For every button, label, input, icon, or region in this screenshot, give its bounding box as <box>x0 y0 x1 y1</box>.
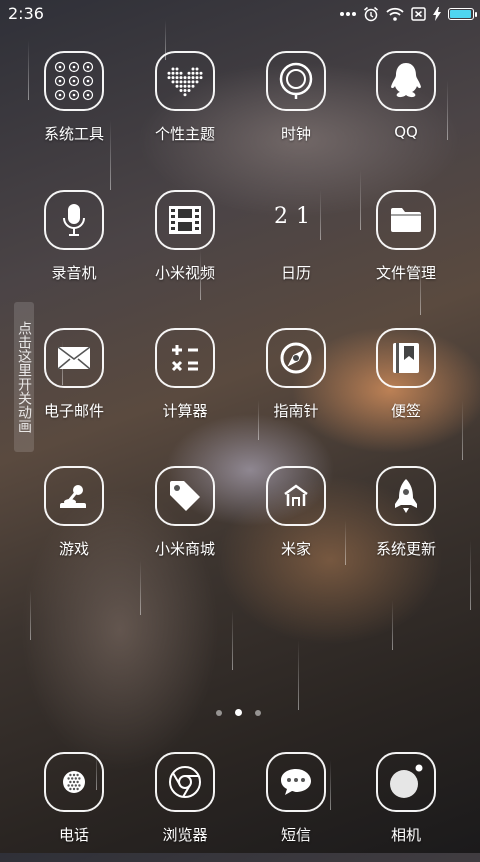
app-themes[interactable]: 个性主题 <box>130 51 240 161</box>
browser-icon <box>155 752 215 812</box>
app-label: 米家 <box>280 540 311 558</box>
app-file-manager[interactable]: 文件管理 <box>351 190 461 300</box>
rocket-icon <box>376 466 436 526</box>
tag-icon <box>155 466 215 526</box>
app-label: 便签 <box>390 402 421 420</box>
app-label: 电子邮件 <box>43 402 104 420</box>
more-dots-icon <box>340 11 356 17</box>
app-label: 日历 <box>280 264 311 282</box>
page-dot-active[interactable] <box>235 709 242 716</box>
dock-camera[interactable]: 相机 <box>351 752 461 862</box>
notes-icon <box>376 328 436 388</box>
app-qq[interactable]: QQ <box>351 51 461 161</box>
app-label: 指南针 <box>273 402 319 420</box>
home-icon <box>266 466 326 526</box>
app-label: 录音机 <box>51 264 97 282</box>
charging-icon <box>433 7 441 21</box>
app-notes[interactable]: 便签 <box>351 328 461 438</box>
message-icon <box>266 752 326 812</box>
folder-icon <box>376 190 436 250</box>
app-label: 游戏 <box>58 540 89 558</box>
camera-icon <box>376 752 436 812</box>
app-label: 小米视频 <box>154 264 215 282</box>
alarm-icon <box>363 6 379 22</box>
app-system-update[interactable]: 系统更新 <box>351 466 461 576</box>
app-email[interactable]: 电子邮件 <box>19 328 129 438</box>
penguin-icon <box>376 51 436 111</box>
app-system-tools[interactable]: 系统工具 <box>19 51 129 161</box>
clock-icon <box>266 51 326 111</box>
app-label: 系统更新 <box>375 540 436 558</box>
app-mi-video[interactable]: 小米视频 <box>130 190 240 300</box>
app-compass[interactable]: 指南针 <box>241 328 351 438</box>
page-indicator <box>216 709 261 716</box>
heart-icon <box>155 51 215 111</box>
page-dot[interactable] <box>255 709 261 716</box>
app-label: 计算器 <box>162 402 208 420</box>
app-folder-icon <box>44 51 104 111</box>
page-dot[interactable] <box>216 709 222 716</box>
microphone-icon <box>44 190 104 250</box>
app-label: QQ <box>394 123 418 141</box>
phone-icon <box>44 752 104 812</box>
app-calendar[interactable]: 21 日历 <box>241 190 351 300</box>
dock-browser[interactable]: 浏览器 <box>130 752 240 862</box>
app-label: 文件管理 <box>375 264 436 282</box>
app-label: 相机 <box>390 826 421 844</box>
calendar-date: 21 <box>274 204 318 229</box>
no-sim-icon <box>411 7 426 21</box>
app-clock[interactable]: 时钟 <box>241 51 351 161</box>
status-bar: 2:36 <box>0 0 480 28</box>
app-mi-store[interactable]: 小米商城 <box>130 466 240 576</box>
app-label: 电话 <box>58 826 89 844</box>
app-recorder[interactable]: 录音机 <box>19 190 129 300</box>
app-games[interactable]: 游戏 <box>19 466 129 576</box>
calculator-icon <box>155 328 215 388</box>
app-label: 短信 <box>280 826 311 844</box>
status-time: 2:36 <box>8 4 44 23</box>
dock-phone[interactable]: 电话 <box>19 752 129 862</box>
compass-icon <box>266 328 326 388</box>
app-label: 系统工具 <box>43 125 104 143</box>
film-icon <box>155 190 215 250</box>
joystick-icon <box>44 466 104 526</box>
envelope-icon <box>44 328 104 388</box>
app-mi-home[interactable]: 米家 <box>241 466 351 576</box>
app-label: 时钟 <box>280 125 311 143</box>
app-label: 小米商城 <box>154 540 215 558</box>
app-label: 浏览器 <box>162 826 208 844</box>
app-label: 个性主题 <box>154 125 215 143</box>
app-calculator[interactable]: 计算器 <box>130 328 240 438</box>
wifi-icon <box>386 7 404 21</box>
dock-messages[interactable]: 短信 <box>241 752 351 862</box>
battery-icon <box>448 8 477 20</box>
